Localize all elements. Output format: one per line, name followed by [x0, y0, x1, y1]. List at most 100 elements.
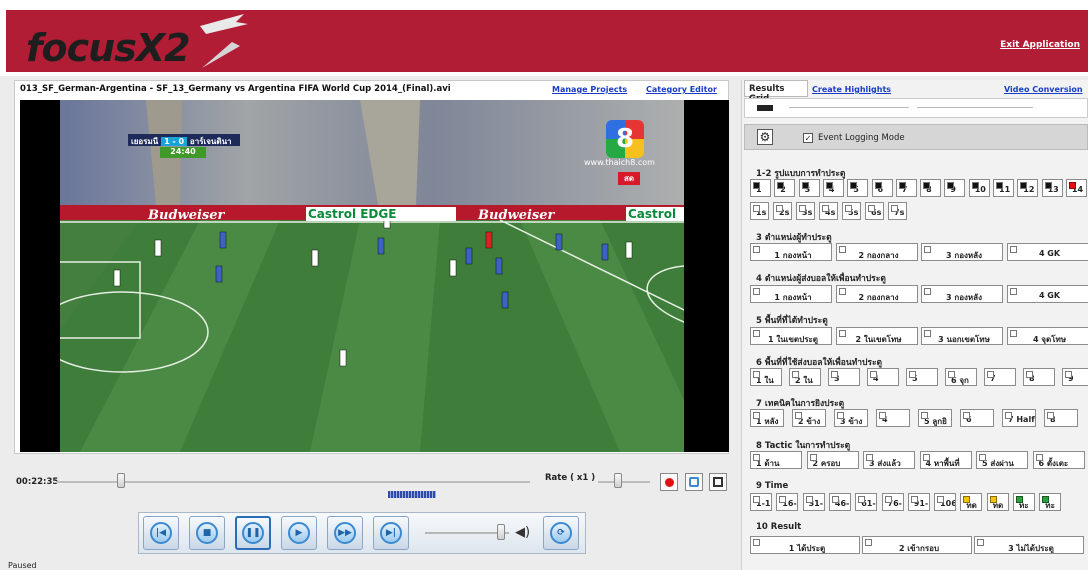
rate-track[interactable]: [598, 481, 650, 483]
category-button[interactable]: 1 กองหน้า: [750, 243, 832, 261]
category-button[interactable]: 10: [968, 179, 990, 197]
category-button[interactable]: 6s: [865, 202, 884, 220]
category-button[interactable]: ทด: [986, 493, 1009, 511]
category-button[interactable]: ทด: [960, 493, 983, 511]
fast-forward-button[interactable]: ▶▶: [327, 516, 363, 550]
app-logo: focusX2: [26, 26, 191, 70]
category-button[interactable]: 2 เข้ากรอบ: [862, 536, 972, 554]
category-button[interactable]: 13: [1041, 179, 1063, 197]
category-button[interactable]: 16-: [776, 493, 799, 511]
category-button[interactable]: 1 ด้าน: [750, 451, 802, 469]
category-button[interactable]: 1 หลัง: [750, 409, 784, 427]
category-button[interactable]: 91-: [907, 493, 930, 511]
category-button[interactable]: 3: [798, 179, 820, 197]
tab-create-highlights[interactable]: Create Highlights: [812, 85, 891, 94]
pause-icon: ❚❚: [242, 522, 264, 544]
category-button[interactable]: 5s: [842, 202, 861, 220]
category-button[interactable]: 2 ครอบ: [806, 451, 859, 469]
category-button[interactable]: 6: [871, 179, 893, 197]
category-button[interactable]: 1s: [750, 202, 769, 220]
category-button[interactable]: 2 ในเขตโทษ: [835, 327, 918, 345]
category-button[interactable]: 1 ใน: [750, 368, 782, 386]
category-button[interactable]: 8: [920, 179, 942, 197]
category-button[interactable]: 106: [934, 493, 957, 511]
category-button[interactable]: 2 กองกลาง: [835, 285, 918, 303]
category-button[interactable]: 4: [867, 368, 899, 386]
category-button[interactable]: 46-: [828, 493, 851, 511]
event-logging-bar: ⚙ ✓ Event Logging Mode: [744, 124, 1088, 150]
category-button[interactable]: 4: [876, 409, 910, 427]
category-button[interactable]: 3 ข้าง: [834, 409, 868, 427]
seek-thumb[interactable]: [117, 473, 125, 488]
category-button[interactable]: 5 ส่งผ่าน: [976, 451, 1028, 469]
skip-end-button[interactable]: ▶|: [373, 516, 409, 550]
category-button[interactable]: 3 ส่งแล้ว: [863, 451, 915, 469]
category-button[interactable]: 6 จุก: [945, 368, 977, 386]
category-button[interactable]: 4: [822, 179, 844, 197]
category-button[interactable]: 4s: [819, 202, 838, 220]
category-button[interactable]: 9: [944, 179, 966, 197]
category-button[interactable]: 11: [993, 179, 1014, 197]
sync-button[interactable]: ⟳: [543, 516, 579, 550]
video-player[interactable]: เยอรมนี 1 - 0 อาร์เจนตินา 24:40 8 www.th…: [20, 100, 729, 452]
category-button[interactable]: 4 จุดโทษ: [1006, 327, 1088, 345]
category-button[interactable]: 4 GK: [1006, 243, 1088, 261]
skip-start-button[interactable]: |◀: [143, 516, 179, 550]
category-button[interactable]: 6 ตั้งเตะ: [1032, 451, 1085, 469]
category-button[interactable]: 8: [1044, 409, 1078, 427]
fullscreen-button[interactable]: [709, 473, 727, 491]
settings-gear-icon[interactable]: ⚙: [757, 129, 773, 145]
category-button[interactable]: 5: [847, 179, 869, 197]
category-editor-link[interactable]: Category Editor: [646, 85, 717, 94]
record-button[interactable]: [660, 473, 678, 491]
category-button[interactable]: 7: [984, 368, 1016, 386]
category-button[interactable]: 8: [1023, 368, 1055, 386]
category-button[interactable]: 3 กองหลัง: [921, 243, 1003, 261]
category-button[interactable]: 6: [960, 409, 994, 427]
seek-track[interactable]: [56, 481, 530, 483]
category-button[interactable]: 5 ลูกยิ: [918, 409, 952, 427]
category-button[interactable]: 1 ได้ประตู: [750, 536, 860, 554]
exit-application-link[interactable]: Exit Application: [1000, 40, 1080, 50]
category-button[interactable]: 2s: [773, 202, 792, 220]
tab-video-conversion[interactable]: Video Conversion: [1004, 85, 1083, 94]
category-button[interactable]: 76-: [881, 493, 904, 511]
category-button[interactable]: 7s: [888, 202, 907, 220]
category-button[interactable]: 4 หาพื้นที่: [919, 451, 972, 469]
category-button[interactable]: 14: [1065, 179, 1087, 197]
category-button[interactable]: 3 กองหลัง: [921, 285, 1003, 303]
volume-thumb[interactable]: [497, 524, 505, 540]
category-button[interactable]: 2 ใน: [789, 368, 821, 386]
manage-projects-link[interactable]: Manage Projects: [552, 85, 627, 94]
category-button[interactable]: 1-1: [750, 493, 772, 511]
category-button[interactable]: 3 ไม่ได้ประตู: [974, 536, 1084, 554]
category-button[interactable]: 12: [1017, 179, 1039, 197]
category-button[interactable]: 2: [774, 179, 796, 197]
category-button[interactable]: 5: [906, 368, 938, 386]
category-button[interactable]: 2 กองกลาง: [835, 243, 918, 261]
rate-thumb[interactable]: [614, 473, 622, 488]
snapshot-button[interactable]: [685, 473, 703, 491]
category-button[interactable]: 3s: [796, 202, 815, 220]
speaker-icon[interactable]: ◀): [515, 525, 530, 540]
category-button[interactable]: 61-: [855, 493, 878, 511]
category-button[interactable]: 9: [1062, 368, 1088, 386]
category-button[interactable]: 7: [895, 179, 917, 197]
score-home-team: เยอรมนี: [131, 137, 159, 146]
category-button[interactable]: 2 ข้าง: [792, 409, 826, 427]
category-button[interactable]: 31-: [802, 493, 825, 511]
category-button[interactable]: 3 นอกเขตโทษ: [921, 327, 1003, 345]
category-button[interactable]: ทะ: [1039, 493, 1062, 511]
play-button[interactable]: ▶: [281, 516, 317, 550]
category-button[interactable]: 4 GK: [1006, 285, 1088, 303]
pause-button[interactable]: ❚❚: [235, 516, 271, 550]
category-button[interactable]: 3: [828, 368, 860, 386]
category-button[interactable]: 1 ในเขตประตู: [750, 327, 832, 345]
category-button[interactable]: 1 กองหน้า: [750, 285, 832, 303]
stop-button[interactable]: ■: [189, 516, 225, 550]
event-logging-checkbox[interactable]: ✓: [803, 133, 813, 143]
category-button[interactable]: 7 Half: [1002, 409, 1036, 427]
category-button[interactable]: 1: [750, 179, 771, 197]
tab-results-grid[interactable]: Results Grid: [744, 80, 808, 104]
category-button[interactable]: ทะ: [1013, 493, 1035, 511]
